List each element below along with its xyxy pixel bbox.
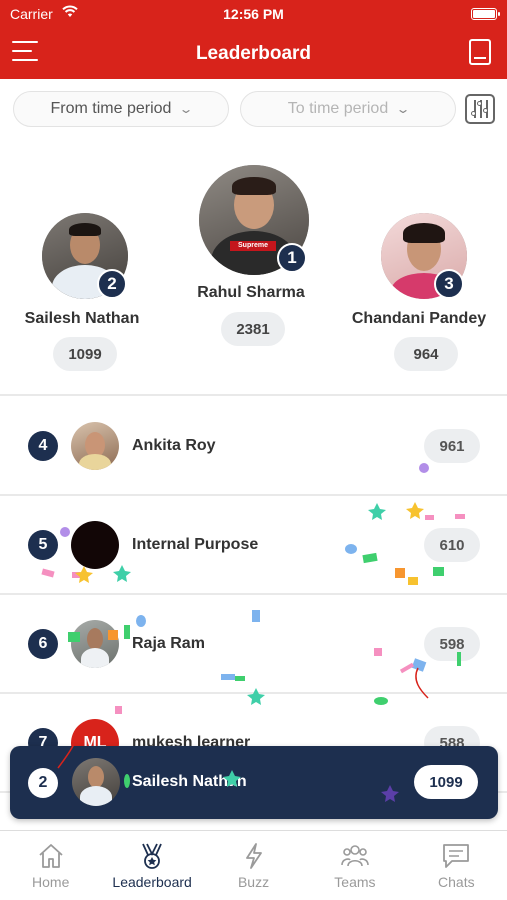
lightning-icon [245, 843, 262, 869]
list-item[interactable]: 6 Raja Ram 598 [0, 595, 507, 694]
podium-name-3: Chandani Pandey [351, 310, 487, 327]
user-score: 598 [424, 627, 480, 661]
podium-name-1: Rahul Sharma [197, 284, 305, 301]
podium-score-2: 1099 [53, 337, 117, 371]
tab-chats[interactable]: Chats [406, 831, 507, 900]
leaderboard-list: 4 Ankita Roy 961 5 Internal Purpose 610 … [0, 397, 507, 793]
avatar [71, 620, 119, 668]
user-score: 961 [424, 429, 480, 463]
tab-label: Teams [334, 874, 376, 890]
page-title: Leaderboard [195, 43, 312, 64]
tab-buzz[interactable]: Buzz [203, 831, 304, 900]
rank-badge-1: 1 [277, 243, 307, 273]
chat-icon [443, 844, 470, 868]
rank-badge: 6 [28, 629, 58, 659]
rank-badge: 5 [28, 530, 58, 560]
tab-leaderboard[interactable]: Leaderboard [101, 831, 202, 900]
podium-score-1: 2381 [221, 312, 285, 346]
tab-home[interactable]: Home [0, 831, 101, 900]
status-bar: Carrier 12:56 PM [0, 5, 507, 24]
shirt-logo: Supreme [230, 241, 276, 251]
to-period-label: To time period [287, 100, 389, 117]
current-user-card[interactable]: 2 Sailesh Nathan 1099 [10, 746, 498, 819]
current-user-score: 1099 [414, 765, 478, 799]
clock: 12:56 PM [223, 6, 284, 22]
list-item[interactable]: 5 Internal Purpose 610 [0, 496, 507, 595]
podium: Supreme 1 Rahul Sharma 2381 2 Sailesh Na… [0, 140, 507, 396]
battery-icon [471, 8, 500, 20]
tab-label: Leaderboard [112, 874, 192, 890]
tab-teams[interactable]: Teams [304, 831, 405, 900]
chevron-down-icon: ⌄ [395, 102, 411, 116]
current-user-rank: 2 [28, 768, 58, 798]
user-name: Raja Ram [132, 635, 205, 652]
rank-badge-3: 3 [434, 269, 464, 299]
user-name: Internal Purpose [132, 536, 259, 553]
filter-sliders-icon[interactable] [465, 94, 495, 124]
from-period-select[interactable]: From time period ⌄ [13, 91, 229, 127]
user-name: Ankita Roy [132, 437, 216, 454]
user-score: 610 [424, 528, 480, 562]
rank-badge-2: 2 [97, 269, 127, 299]
podium-score-3: 964 [394, 337, 458, 371]
tab-label: Home [32, 874, 70, 890]
trophy-icon [142, 843, 162, 869]
filter-bar: From time period ⌄ To time period ⌄ [0, 91, 507, 129]
home-icon [39, 844, 63, 868]
avatar [71, 521, 119, 569]
tab-label: Chats [438, 874, 475, 890]
tab-bar: Home Leaderboard Buzz Teams Chats [0, 830, 507, 900]
book-icon[interactable] [469, 39, 491, 65]
podium-name-2: Sailesh Nathan [24, 310, 140, 327]
rank-badge: 4 [28, 431, 58, 461]
avatar [71, 422, 119, 470]
chevron-down-icon: ⌄ [178, 102, 194, 116]
list-item[interactable]: 4 Ankita Roy 961 [0, 397, 507, 496]
people-icon [341, 845, 369, 867]
to-period-select[interactable]: To time period ⌄ [240, 91, 456, 127]
current-user-avatar [72, 758, 120, 806]
tab-label: Buzz [237, 874, 270, 890]
app-header: Carrier 12:56 PM Leaderboard [0, 0, 507, 79]
current-user-name: Sailesh Nathan [132, 773, 247, 790]
from-period-label: From time period [50, 100, 172, 117]
